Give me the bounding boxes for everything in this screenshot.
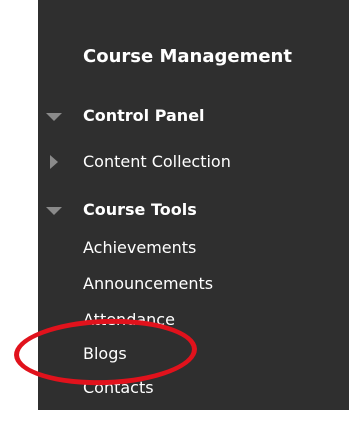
course-tools-label: Course Tools	[83, 200, 197, 219]
expanded-arrow-icon[interactable]	[46, 113, 62, 121]
tool-item-label: Contacts	[83, 378, 154, 397]
collapsed-arrow-icon[interactable]	[50, 155, 58, 169]
tool-item-label: Attendance	[83, 310, 175, 329]
screenshot: Course Management Control Panel Content …	[0, 0, 349, 434]
tool-item-label: Achievements	[83, 238, 197, 257]
tool-item-label: Blogs	[83, 344, 127, 363]
control-panel-section[interactable]: Control Panel	[38, 103, 349, 129]
course-tools-section[interactable]: Course Tools	[38, 197, 349, 223]
control-panel-label: Control Panel	[83, 106, 205, 125]
tool-item-blogs[interactable]: Blogs	[38, 341, 349, 367]
content-collection-section[interactable]: Content Collection	[38, 149, 349, 175]
tool-item-attendance[interactable]: Attendance	[38, 307, 349, 333]
tool-item-achievements[interactable]: Achievements	[38, 235, 349, 261]
course-management-title: Course Management	[83, 46, 292, 67]
tool-item-announcements[interactable]: Announcements	[38, 271, 349, 297]
tool-item-label: Course Calendar	[83, 412, 216, 431]
course-management-panel: Course Management Control Panel Content …	[38, 0, 349, 431]
content-collection-label: Content Collection	[83, 152, 231, 171]
tool-item-contacts[interactable]: Contacts	[38, 375, 349, 401]
tool-item-course-calendar[interactable]: Course Calendar	[38, 409, 349, 434]
tool-item-label: Announcements	[83, 274, 214, 293]
expanded-arrow-icon[interactable]	[46, 207, 62, 215]
